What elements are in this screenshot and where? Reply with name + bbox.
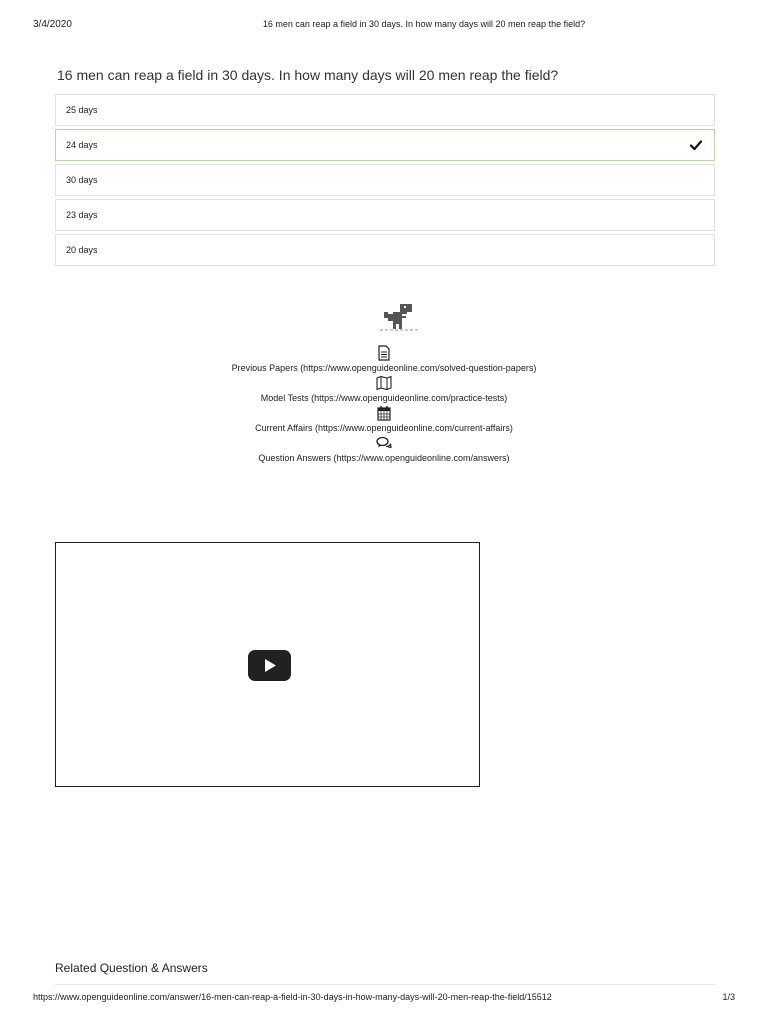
link-text: Current Affairs (https://www.openguideon… [255, 423, 513, 433]
divider [55, 984, 715, 985]
option-2[interactable]: 24 days [55, 129, 715, 161]
print-footer-url: https://www.openguideonline.com/answer/1… [33, 992, 552, 1002]
link-previous-papers[interactable]: Previous Papers (https://www.openguideon… [0, 345, 768, 375]
dinosaur-icon [380, 304, 420, 331]
link-text: Model Tests (https://www.openguideonline… [260, 393, 508, 403]
print-footer-page-number: 1/3 [722, 992, 735, 1002]
question-text: 16 men can reap a field in 30 days. In h… [57, 67, 559, 83]
option-4[interactable]: 23 days [55, 199, 715, 231]
option-5[interactable]: 20 days [55, 234, 715, 266]
option-1[interactable]: 25 days [55, 94, 715, 126]
chat-icon [376, 436, 392, 449]
check-icon [690, 140, 702, 151]
related-section-title: Related Question & Answers [55, 961, 208, 975]
site-links: Previous Papers (https://www.openguideon… [0, 345, 768, 465]
link-text: Question Answers (https://www.openguideo… [258, 453, 510, 463]
link-model-tests[interactable]: Model Tests (https://www.openguideonline… [0, 375, 768, 405]
answer-options: 25 days 24 days 30 days 23 days 20 days [55, 94, 715, 269]
calendar-icon [377, 406, 391, 421]
option-label: 30 days [66, 175, 98, 185]
option-label: 20 days [66, 245, 98, 255]
link-text: Previous Papers (https://www.openguideon… [231, 363, 537, 373]
embedded-video[interactable] [55, 542, 480, 787]
link-current-affairs[interactable]: Current Affairs (https://www.openguideon… [0, 405, 768, 435]
option-3[interactable]: 30 days [55, 164, 715, 196]
option-label: 24 days [66, 140, 98, 150]
map-icon [376, 375, 392, 391]
document-icon [378, 345, 390, 361]
print-header-title: 16 men can reap a field in 30 days. In h… [262, 19, 586, 29]
option-label: 23 days [66, 210, 98, 220]
play-button-icon[interactable] [248, 650, 291, 681]
link-question-answers[interactable]: Question Answers (https://www.openguideo… [0, 435, 768, 465]
option-label: 25 days [66, 105, 98, 115]
